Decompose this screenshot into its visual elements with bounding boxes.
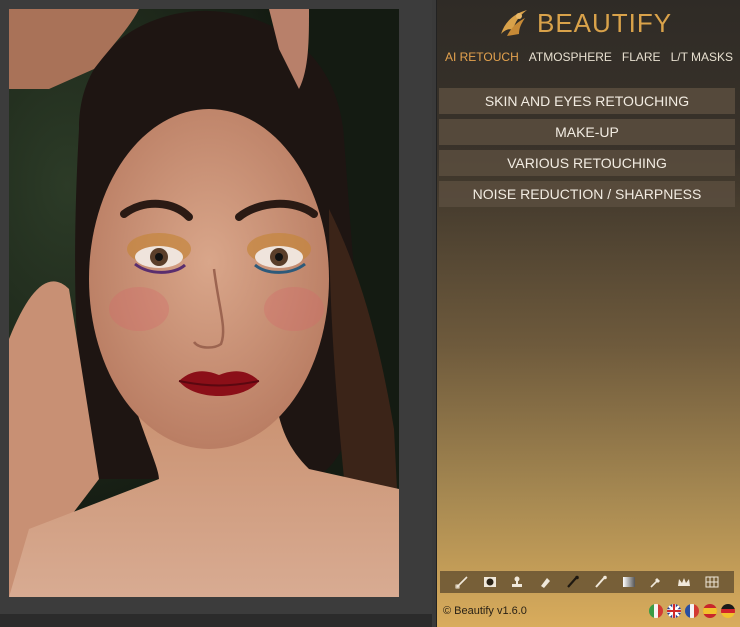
canvas-workspace bbox=[0, 0, 432, 627]
dropper-icon[interactable] bbox=[649, 575, 663, 589]
tab-lt-masks[interactable]: L/T MASKS bbox=[671, 50, 733, 68]
footer: © Beautify v1.6.0 bbox=[443, 602, 735, 620]
uk-flag-icon[interactable] bbox=[667, 604, 681, 618]
gradient-icon[interactable] bbox=[622, 575, 636, 589]
grid-icon[interactable] bbox=[705, 575, 719, 589]
spanish-flag-icon[interactable] bbox=[703, 604, 717, 618]
beautify-logo-icon bbox=[501, 10, 527, 36]
logo: BEAUTIFY bbox=[497, 6, 672, 40]
language-selector bbox=[649, 604, 735, 618]
portrait-image bbox=[9, 9, 399, 597]
tab-flare[interactable]: FLARE bbox=[622, 50, 661, 68]
tab-bar: AI RETOUCH ATMOSPHERE FLARE L/T MASKS bbox=[437, 50, 740, 68]
stamp-icon[interactable] bbox=[510, 575, 524, 589]
tool-bar bbox=[440, 571, 734, 593]
crown-icon[interactable] bbox=[677, 575, 691, 589]
soft-brush-icon[interactable] bbox=[594, 575, 608, 589]
vignette-mask-icon[interactable] bbox=[483, 575, 497, 589]
version-label: © Beautify v1.6.0 bbox=[443, 605, 527, 617]
portrait-photo[interactable] bbox=[9, 9, 399, 597]
menu-make-up[interactable]: MAKE-UP bbox=[439, 119, 735, 145]
menu-various-retouching[interactable]: VARIOUS RETOUCHING bbox=[439, 150, 735, 176]
french-flag-icon[interactable] bbox=[685, 604, 699, 618]
eyedropper-brush-icon[interactable] bbox=[455, 575, 469, 589]
canvas-status-strip bbox=[0, 614, 432, 627]
german-flag-icon[interactable] bbox=[721, 604, 735, 618]
tab-atmosphere[interactable]: ATMOSPHERE bbox=[529, 50, 612, 68]
menu-noise-reduction-sharpness[interactable]: NOISE REDUCTION / SHARPNESS bbox=[439, 181, 735, 207]
app-title: BEAUTIFY bbox=[537, 7, 673, 38]
menu-skin-eyes-retouching[interactable]: SKIN AND EYES RETOUCHING bbox=[439, 88, 735, 114]
retouch-menu: SKIN AND EYES RETOUCHING MAKE-UP VARIOUS… bbox=[439, 88, 735, 212]
italian-flag-icon[interactable] bbox=[649, 604, 663, 618]
eraser-icon[interactable] bbox=[538, 575, 552, 589]
brush-icon[interactable] bbox=[566, 575, 580, 589]
tab-ai-retouch[interactable]: AI RETOUCH bbox=[445, 50, 519, 68]
beautify-panel: BEAUTIFY AI RETOUCH ATMOSPHERE FLARE L/T… bbox=[436, 0, 740, 627]
